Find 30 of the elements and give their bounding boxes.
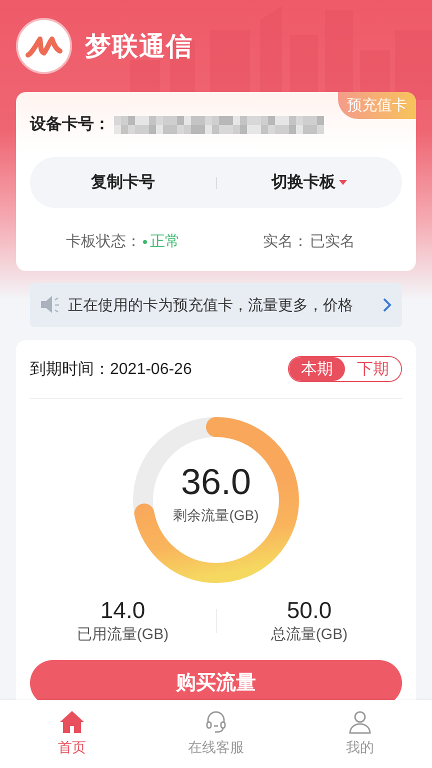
nav-tab[interactable]: 我的 (288, 700, 432, 768)
buy-data-button[interactable]: 购买流量 (30, 660, 402, 700)
switch-card-dropdown[interactable]: 切换卡板 (216, 157, 402, 208)
status-dot (143, 240, 147, 244)
home-icon (60, 710, 84, 734)
stat-label: 总流量(GB) (270, 625, 348, 644)
app-title: 梦联通信 (85, 30, 193, 62)
chevron-right-icon (382, 297, 392, 313)
notice-text: 正在使用的卡为预充值卡，流量更多，价格 (68, 296, 354, 314)
card-type-badge: 预充值卡 (338, 92, 416, 119)
headset-icon (204, 710, 228, 734)
remaining-value: 36.0 (180, 461, 252, 503)
stat-value: 14.0 (100, 597, 146, 624)
notice-bar[interactable]: 正在使用的卡为预充值卡，流量更多，价格 (30, 283, 402, 327)
caret-icon (339, 180, 348, 185)
realname-value: 已实名 (310, 232, 355, 251)
stat-value: 50.0 (286, 597, 332, 624)
nav-tab[interactable]: 首页 (0, 700, 144, 768)
status-label: 卡板状态： (66, 232, 141, 251)
stat-label: 已用流量(GB) (76, 625, 169, 644)
copy-button[interactable]: 复制卡号 (30, 157, 216, 208)
realname-label: 实名： (263, 232, 308, 251)
speaker-icon (40, 295, 60, 315)
status-value: 正常 (150, 232, 180, 251)
nav-tab[interactable]: 在线客服 (144, 700, 288, 768)
expiry-date: 到期时间：2021-06-26 (30, 360, 192, 380)
person-icon (348, 710, 372, 734)
period-tab[interactable]: 本期 (289, 357, 345, 381)
remaining-label: 剩余流量(GB) (173, 507, 259, 525)
card-number-label: 设备卡号： (30, 114, 110, 135)
